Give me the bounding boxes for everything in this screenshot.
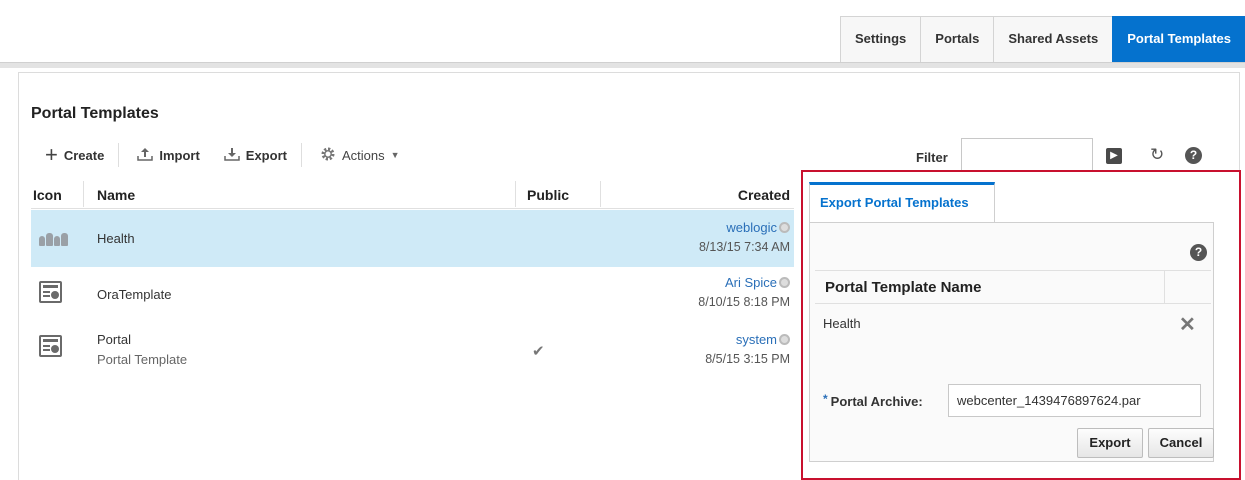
column-divider bbox=[515, 181, 516, 207]
column-divider bbox=[83, 181, 84, 207]
table-header: Icon Name Public Created bbox=[31, 179, 794, 209]
tab-settings[interactable]: Settings bbox=[839, 16, 921, 62]
toolbar-separator bbox=[118, 143, 120, 167]
grid-header: Portal Template Name bbox=[815, 270, 1211, 304]
import-button[interactable]: Import bbox=[123, 143, 209, 167]
tab-portals[interactable]: Portals bbox=[920, 16, 994, 62]
table-row[interactable]: OraTemplate Ari Spice 8/10/15 8:18 PM bbox=[31, 267, 794, 319]
portal-archive-input[interactable] bbox=[948, 384, 1201, 417]
presence-icon bbox=[779, 277, 790, 288]
table-row[interactable]: Health weblogic 8/13/15 7:34 AM bbox=[31, 210, 794, 267]
top-navigation: Settings Portals Shared Assets Portal Te… bbox=[0, 0, 1245, 62]
creator-link[interactable]: weblogic bbox=[726, 220, 790, 235]
column-header-icon[interactable]: Icon bbox=[33, 179, 62, 209]
column-header-public[interactable]: Public bbox=[527, 179, 569, 209]
refresh-icon[interactable]: ↻ bbox=[1150, 145, 1164, 165]
filter-input[interactable] bbox=[961, 138, 1093, 173]
required-marker: * bbox=[823, 392, 828, 406]
create-button[interactable]: + Create bbox=[31, 143, 114, 167]
archive-label: * Portal Archive: bbox=[823, 392, 923, 409]
admin-tabs: Settings Portals Shared Assets Portal Te… bbox=[839, 16, 1245, 62]
column-divider bbox=[1164, 270, 1165, 304]
toolbar-separator bbox=[300, 143, 302, 167]
creator-name: system bbox=[735, 332, 777, 347]
page-title: Portal Templates bbox=[31, 105, 159, 122]
divider bbox=[0, 62, 1245, 68]
creator-link[interactable]: system bbox=[736, 332, 790, 347]
template-name[interactable]: OraTemplate bbox=[97, 287, 171, 302]
template-icon bbox=[39, 335, 62, 357]
grid-row-name: Health bbox=[823, 316, 861, 331]
export-dialog-button[interactable]: Export bbox=[1077, 428, 1143, 458]
import-label: Import bbox=[159, 147, 200, 163]
tab-export-portal-templates[interactable]: Export Portal Templates bbox=[809, 182, 995, 222]
creator-link[interactable]: Ari Spice bbox=[725, 275, 790, 290]
plus-icon: + bbox=[45, 142, 58, 167]
help-icon[interactable]: ? bbox=[1190, 244, 1207, 261]
download-icon bbox=[224, 147, 240, 164]
actions-menu[interactable]: Actions ▼ bbox=[306, 143, 410, 167]
tab-shared-assets[interactable]: Shared Assets bbox=[993, 16, 1113, 62]
help-icon[interactable]: ? bbox=[1185, 147, 1202, 164]
public-check-icon: ✔ bbox=[532, 343, 545, 360]
toolbar: + Create Import Export Actions ▼ bbox=[31, 143, 410, 167]
gear-icon bbox=[320, 146, 336, 165]
creator-name: Ari Spice bbox=[724, 275, 777, 290]
template-name[interactable]: Portal bbox=[97, 332, 131, 347]
column-header-name[interactable]: Name bbox=[97, 179, 135, 209]
creator-name: weblogic bbox=[726, 220, 777, 235]
actions-label: Actions bbox=[341, 147, 385, 163]
chevron-down-icon: ▼ bbox=[390, 150, 400, 160]
export-dialog: Export Portal Templates ? Portal Templat… bbox=[801, 170, 1241, 480]
archive-label-text: Portal Archive: bbox=[830, 394, 923, 409]
export-button[interactable]: Export bbox=[210, 143, 297, 167]
template-subtitle: Portal Template bbox=[97, 352, 188, 367]
people-icon bbox=[39, 233, 68, 246]
filter-label: Filter bbox=[916, 150, 948, 165]
presence-icon bbox=[779, 222, 790, 233]
export-grid: Portal Template Name Health ✕ bbox=[815, 270, 1211, 350]
template-icon bbox=[39, 281, 62, 303]
create-label: Create bbox=[63, 147, 105, 163]
cancel-button[interactable]: Cancel bbox=[1148, 428, 1214, 458]
upload-icon bbox=[137, 147, 154, 164]
table-row[interactable]: Portal Portal Template ✔ system 8/5/15 3… bbox=[31, 319, 794, 379]
column-header-created[interactable]: Created bbox=[738, 179, 790, 209]
created-date: 8/13/15 7:34 AM bbox=[698, 240, 790, 254]
created-date: 8/5/15 3:15 PM bbox=[705, 352, 790, 366]
export-label: Export bbox=[245, 147, 287, 163]
created-date: 8/10/15 8:18 PM bbox=[698, 295, 790, 309]
remove-icon[interactable]: ✕ bbox=[1179, 312, 1196, 337]
template-name[interactable]: Health bbox=[97, 231, 135, 246]
presence-icon bbox=[779, 334, 790, 345]
filter-go-icon[interactable]: ▶ bbox=[1106, 148, 1122, 164]
column-divider bbox=[600, 181, 601, 207]
tab-portal-templates[interactable]: Portal Templates bbox=[1112, 16, 1245, 62]
